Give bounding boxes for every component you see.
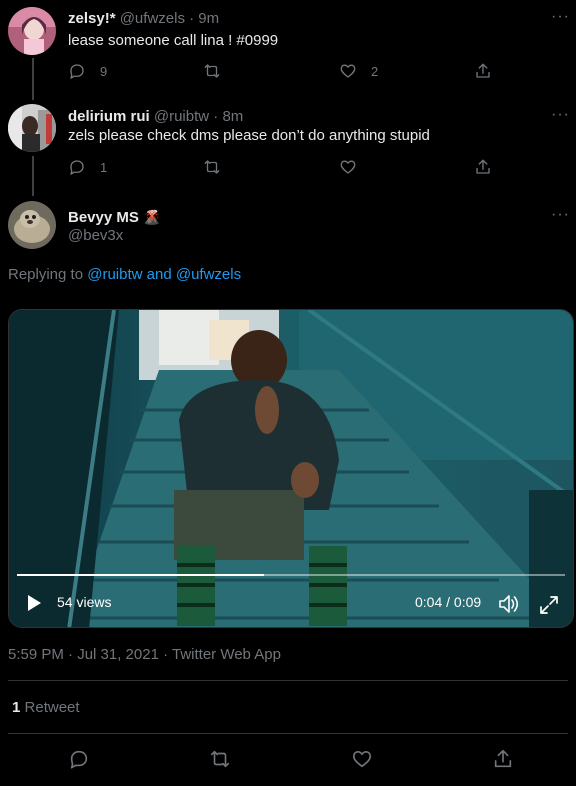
reply-icon: [70, 750, 88, 769]
share-button[interactable]: [492, 748, 514, 775]
reply-button[interactable]: [68, 748, 90, 775]
tweet-text: lease someone call lina ! #0999: [68, 32, 279, 49]
replying-and: and: [146, 266, 172, 283]
mention-link[interactable]: @ruibtw: [87, 266, 142, 283]
more-icon[interactable]: ···: [551, 207, 570, 223]
view-count: 54 views: [57, 594, 112, 610]
retweet-icon: [210, 750, 230, 768]
handle[interactable]: @bev3x: [68, 227, 123, 244]
reply-button[interactable]: 1: [68, 158, 107, 176]
fullscreen-icon: [540, 596, 558, 614]
mention-link[interactable]: @ufwzels: [176, 266, 241, 283]
like-icon: [352, 751, 372, 768]
avatar[interactable]: [8, 201, 56, 249]
retweet-button[interactable]: [209, 748, 231, 775]
retweet-icon: [204, 64, 220, 78]
divider: [8, 680, 568, 681]
thread-tweet-2[interactable]: delirium rui @ruibtw · 8m ··· zels pleas…: [0, 98, 576, 196]
volcano-emoji: 🌋: [143, 209, 161, 225]
reply-icon: [70, 64, 84, 79]
like-icon: [340, 64, 356, 78]
retweet-icon: [204, 160, 220, 174]
like-count: 2: [371, 63, 379, 79]
share-icon: [476, 159, 490, 174]
tweet-timestamp[interactable]: 5:59 PM · Jul 31, 2021 · Twitter Web App: [8, 646, 281, 663]
display-name[interactable]: delirium rui: [68, 108, 150, 125]
avatar[interactable]: [8, 7, 56, 55]
play-button[interactable]: [25, 594, 43, 612]
like-icon: [340, 160, 356, 174]
retweet-count: 1: [12, 699, 21, 716]
display-name[interactable]: zelsy!*: [68, 10, 116, 27]
divider: [8, 733, 568, 734]
retweet-stats[interactable]: 1 Retweet: [12, 699, 80, 716]
more-icon[interactable]: ···: [551, 9, 570, 25]
like-button[interactable]: [339, 158, 357, 176]
share-icon: [476, 63, 490, 78]
share-button[interactable]: [474, 158, 492, 176]
video-progress-bar[interactable]: [17, 574, 565, 576]
play-icon: [28, 595, 41, 611]
retweet-label: Retweet: [24, 699, 80, 716]
timestamp[interactable]: 8m: [222, 108, 243, 125]
more-icon[interactable]: ···: [551, 107, 570, 123]
like-button[interactable]: 2: [339, 62, 378, 80]
video-time: 0:04 / 0:09: [415, 594, 482, 610]
separator: ·: [189, 10, 195, 27]
tweet-action-bar: [0, 748, 576, 770]
reply-count: 1: [100, 159, 108, 175]
reply-button[interactable]: 9: [68, 62, 107, 80]
replying-to: Replying to @ruibtw and @ufwzels: [8, 266, 241, 283]
retweet-button[interactable]: [203, 158, 221, 176]
thread-tweet-1[interactable]: zelsy!* @ufwzels · 9m ··· lease someone …: [0, 0, 576, 98]
separator: ·: [213, 108, 219, 125]
like-button[interactable]: [351, 748, 373, 775]
share-button[interactable]: [474, 62, 492, 80]
retweet-button[interactable]: [203, 62, 221, 80]
volume-icon: [499, 595, 519, 613]
video-progress-fill: [17, 574, 264, 576]
display-name[interactable]: Bevyy MS: [68, 209, 139, 226]
video-player[interactable]: 54 views 0:04 / 0:09: [8, 309, 574, 628]
avatar[interactable]: [8, 104, 56, 152]
video-frame: [9, 310, 573, 627]
reply-icon: [70, 160, 84, 175]
fullscreen-button[interactable]: [539, 595, 559, 615]
handle[interactable]: @ruibtw: [154, 108, 209, 125]
tweet-text: zels please check dms please don’t do an…: [68, 127, 430, 144]
handle[interactable]: @ufwzels: [120, 10, 185, 27]
reply-count: 9: [100, 63, 108, 79]
share-icon: [494, 749, 512, 768]
volume-button[interactable]: [497, 593, 521, 615]
timestamp[interactable]: 9m: [198, 10, 219, 27]
replying-prefix: Replying to: [8, 266, 84, 283]
